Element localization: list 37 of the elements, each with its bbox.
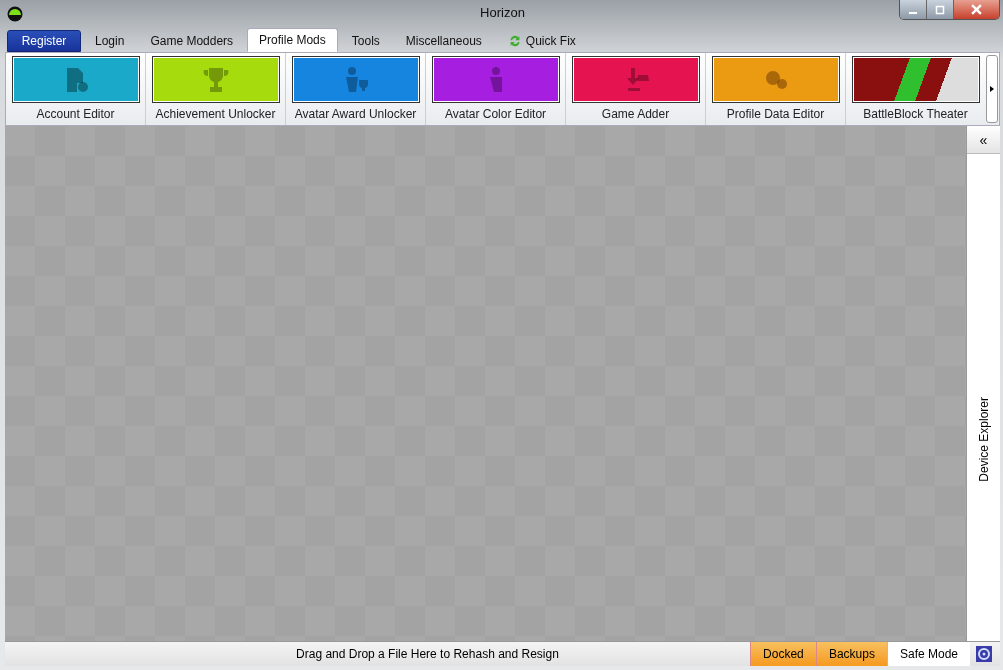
tab[interactable]: Miscellaneous (393, 30, 494, 52)
maximize-button[interactable] (927, 0, 954, 19)
tab[interactable]: Login (83, 30, 137, 52)
tile-label: Game Adder (601, 107, 670, 121)
collapse-button[interactable]: « (967, 126, 1000, 154)
tile-label: BattleBlock Theater (863, 107, 968, 121)
app-logo-icon (7, 6, 23, 22)
tile-label: Avatar Color Editor (444, 107, 547, 121)
tile-label: Account Editor (36, 107, 115, 121)
tool-tile[interactable]: Profile Data Editor (706, 53, 846, 125)
tool-tile[interactable]: Account Editor (6, 53, 146, 125)
tool-tile[interactable]: Avatar Award Unlocker (286, 53, 426, 125)
tool-tile[interactable]: Game Adder (566, 53, 706, 125)
tab[interactable]: Game Modders (138, 30, 246, 52)
tool-tile[interactable]: BattleBlock Theater (846, 53, 985, 125)
status-toggle[interactable]: Docked (749, 642, 816, 666)
tab[interactable]: Tools (339, 30, 392, 52)
tab[interactable]: Register (7, 30, 81, 52)
close-button[interactable] (954, 0, 999, 19)
tile-label: Avatar Award Unlocker (294, 107, 417, 121)
close-icon (971, 4, 982, 15)
scroll-right-button[interactable] (986, 55, 998, 123)
status-toggle[interactable]: Safe Mode (886, 642, 970, 666)
minimize-button[interactable] (900, 0, 927, 19)
tool-tile[interactable]: Avatar Color Editor (426, 53, 566, 125)
maximize-icon (935, 4, 945, 15)
window-title: Horizon (480, 5, 525, 20)
status-message: Drag and Drop a File Here to Rehash and Resign (295, 646, 560, 663)
tab[interactable]: Quick Fix (495, 30, 588, 52)
panel-label[interactable]: Device Explorer (976, 397, 991, 482)
tile-label: Achievement Unlocker (155, 107, 276, 121)
tile-label: Profile Data Editor (726, 107, 825, 121)
tool-tile[interactable]: Achievement Unlocker (146, 53, 286, 125)
status-toggle[interactable]: Backups (815, 642, 887, 666)
tab[interactable]: Profile Mods (247, 28, 338, 52)
triangle-right-icon (990, 86, 994, 92)
minimize-icon (909, 11, 917, 14)
